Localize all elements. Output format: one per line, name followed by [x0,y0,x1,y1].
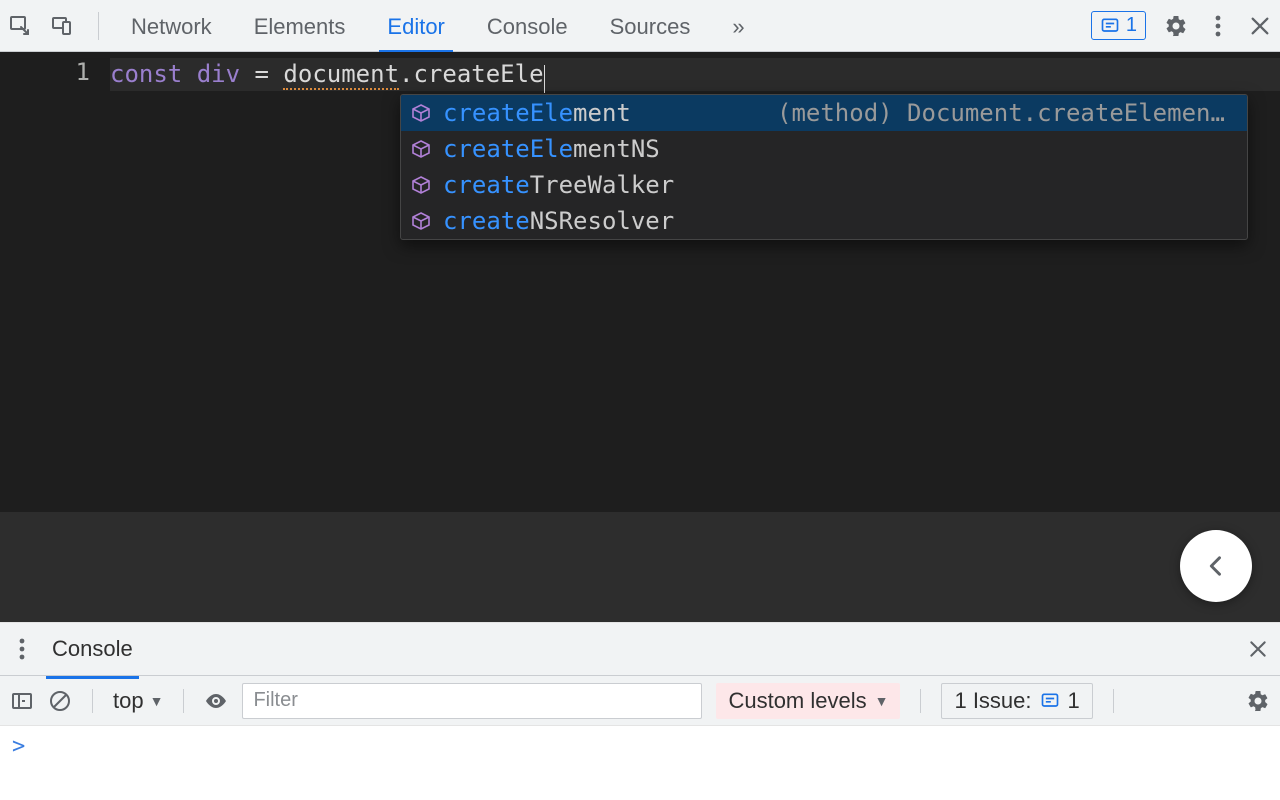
console-drawer-header: Console [0,622,1280,676]
code-line-1[interactable]: const div = document.createEle [110,58,1280,91]
divider [920,689,921,713]
console-prompt: > [12,734,25,759]
console-filter-input[interactable] [242,683,702,719]
tab-network[interactable]: Network [123,2,220,50]
suggestion-item[interactable]: createTreeWalker [401,167,1247,203]
divider [92,689,93,713]
drawer-tab-console[interactable]: Console [46,630,139,668]
context-label: top [113,688,144,714]
panel-tabs: Network Elements Editor Console Sources … [123,2,753,50]
autocomplete-popup: createElement (method) Document.createEl… [400,94,1248,240]
live-expression-icon[interactable] [204,689,228,713]
toolbar-right-group: 1 [1091,11,1272,40]
line-number: 1 [0,58,90,86]
token-ident: div [197,60,240,88]
tab-console[interactable]: Console [479,2,576,50]
method-icon [411,175,431,195]
method-icon [411,139,431,159]
suggestion-label: createTreeWalker [443,171,674,199]
tab-elements[interactable]: Elements [246,2,354,50]
code-editor[interactable]: 1 const div = document.createEle createE… [0,52,1280,622]
issues-pill[interactable]: 1 Issue: 1 [941,683,1092,719]
console-toolbar: top ▼ Custom levels ▼ 1 Issue: 1 [0,676,1280,726]
toolbar-left-group [8,12,105,40]
method-icon [411,211,431,231]
close-drawer-icon[interactable] [1246,637,1270,661]
suggestion-item[interactable]: createElement (method) Document.createEl… [401,95,1247,131]
clear-console-icon[interactable] [48,689,72,713]
inspect-element-icon[interactable] [8,14,32,38]
console-settings-icon[interactable] [1246,689,1270,713]
token-keyword: const [110,60,182,88]
device-toggle-icon[interactable] [50,14,74,38]
tabs-overflow[interactable]: » [724,2,752,50]
suggestion-label: createElementNS [443,135,660,163]
divider [183,689,184,713]
issues-label: 1 Issue: [954,688,1031,714]
context-selector[interactable]: top ▼ [113,688,163,714]
dropdown-icon: ▼ [875,693,889,709]
close-devtools-icon[interactable] [1248,14,1272,38]
suggestion-label: createNSResolver [443,207,674,235]
token-call: createEle [413,60,543,88]
issues-badge[interactable]: 1 [1091,11,1146,40]
tab-editor[interactable]: Editor [379,2,452,50]
method-icon [411,103,431,123]
console-body[interactable]: > [0,726,1280,800]
log-level-label: Custom levels [728,688,866,714]
divider [1113,689,1114,713]
token-space [182,60,196,88]
dropdown-icon: ▼ [150,693,164,709]
log-level-selector[interactable]: Custom levels ▼ [716,683,900,719]
editor-footer-strip [0,512,1280,622]
drawer-menu-icon[interactable] [10,637,34,661]
suggestion-item[interactable]: createNSResolver [401,203,1247,239]
issues-pill-count: 1 [1068,688,1080,714]
console-sidebar-toggle-icon[interactable] [10,689,34,713]
devtools-toolbar: Network Elements Editor Console Sources … [0,0,1280,52]
divider [98,12,99,40]
token-object: document [283,60,399,90]
settings-icon[interactable] [1164,14,1188,38]
text-cursor [544,65,545,93]
more-menu-icon[interactable] [1206,14,1230,38]
suggestion-item[interactable]: createElementNS [401,131,1247,167]
token-eq: = [240,60,283,88]
issues-count: 1 [1126,14,1137,37]
suggestion-detail: (method) Document.createElement<K ext… [777,99,1237,127]
token-dot: . [399,60,413,88]
tab-sources[interactable]: Sources [602,2,699,50]
suggestion-label: createElement [443,99,631,127]
back-circle-button[interactable] [1180,530,1252,602]
